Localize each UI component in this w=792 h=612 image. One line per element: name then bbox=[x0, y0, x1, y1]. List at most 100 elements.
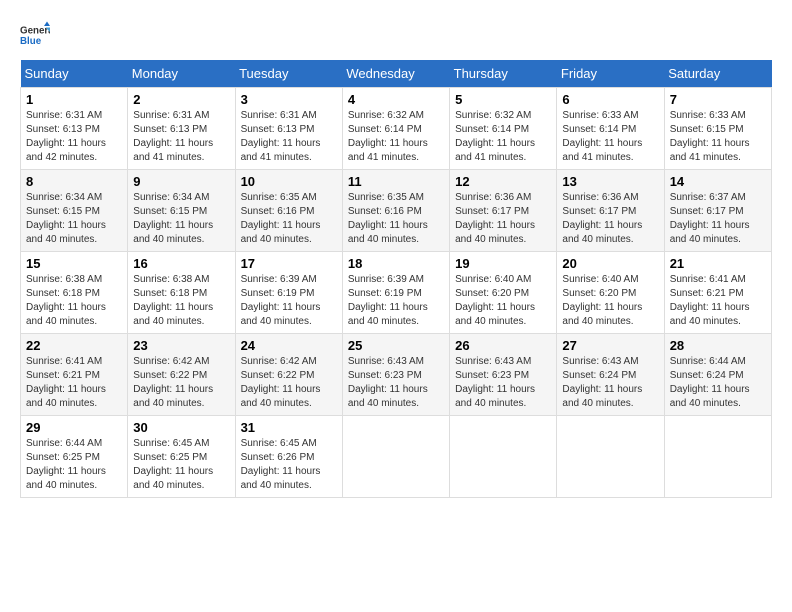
calendar-cell: 26 Sunrise: 6:43 AM Sunset: 6:23 PM Dayl… bbox=[450, 334, 557, 416]
day-info: Sunrise: 6:38 AM Sunset: 6:18 PM Dayligh… bbox=[26, 273, 122, 329]
header-cell-tuesday: Tuesday bbox=[235, 60, 342, 88]
calendar-cell: 5 Sunrise: 6:32 AM Sunset: 6:14 PM Dayli… bbox=[450, 88, 557, 170]
day-number: 22 bbox=[26, 338, 122, 353]
calendar-cell: 24 Sunrise: 6:42 AM Sunset: 6:22 PM Dayl… bbox=[235, 334, 342, 416]
day-info: Sunrise: 6:33 AM Sunset: 6:14 PM Dayligh… bbox=[562, 109, 658, 165]
day-number: 27 bbox=[562, 338, 658, 353]
day-number: 31 bbox=[241, 420, 337, 435]
calendar-cell bbox=[342, 416, 449, 498]
calendar-cell: 10 Sunrise: 6:35 AM Sunset: 6:16 PM Dayl… bbox=[235, 170, 342, 252]
day-info: Sunrise: 6:37 AM Sunset: 6:17 PM Dayligh… bbox=[670, 191, 766, 247]
day-info: Sunrise: 6:35 AM Sunset: 6:16 PM Dayligh… bbox=[348, 191, 444, 247]
calendar-cell: 12 Sunrise: 6:36 AM Sunset: 6:17 PM Dayl… bbox=[450, 170, 557, 252]
calendar-cell: 3 Sunrise: 6:31 AM Sunset: 6:13 PM Dayli… bbox=[235, 88, 342, 170]
day-info: Sunrise: 6:41 AM Sunset: 6:21 PM Dayligh… bbox=[26, 355, 122, 411]
day-info: Sunrise: 6:31 AM Sunset: 6:13 PM Dayligh… bbox=[26, 109, 122, 165]
day-info: Sunrise: 6:31 AM Sunset: 6:13 PM Dayligh… bbox=[133, 109, 229, 165]
calendar-cell bbox=[664, 416, 771, 498]
day-number: 28 bbox=[670, 338, 766, 353]
day-info: Sunrise: 6:38 AM Sunset: 6:18 PM Dayligh… bbox=[133, 273, 229, 329]
day-info: Sunrise: 6:45 AM Sunset: 6:26 PM Dayligh… bbox=[241, 437, 337, 493]
day-number: 14 bbox=[670, 174, 766, 189]
header-cell-sunday: Sunday bbox=[21, 60, 128, 88]
calendar-cell: 19 Sunrise: 6:40 AM Sunset: 6:20 PM Dayl… bbox=[450, 252, 557, 334]
day-number: 12 bbox=[455, 174, 551, 189]
day-number: 17 bbox=[241, 256, 337, 271]
svg-text:Blue: Blue bbox=[20, 36, 42, 47]
day-info: Sunrise: 6:43 AM Sunset: 6:23 PM Dayligh… bbox=[455, 355, 551, 411]
day-info: Sunrise: 6:33 AM Sunset: 6:15 PM Dayligh… bbox=[670, 109, 766, 165]
day-info: Sunrise: 6:32 AM Sunset: 6:14 PM Dayligh… bbox=[455, 109, 551, 165]
calendar-cell: 6 Sunrise: 6:33 AM Sunset: 6:14 PM Dayli… bbox=[557, 88, 664, 170]
calendar-cell: 29 Sunrise: 6:44 AM Sunset: 6:25 PM Dayl… bbox=[21, 416, 128, 498]
day-number: 1 bbox=[26, 92, 122, 107]
calendar-cell: 20 Sunrise: 6:40 AM Sunset: 6:20 PM Dayl… bbox=[557, 252, 664, 334]
day-info: Sunrise: 6:43 AM Sunset: 6:23 PM Dayligh… bbox=[348, 355, 444, 411]
logo-icon: General Blue bbox=[20, 20, 50, 50]
day-number: 8 bbox=[26, 174, 122, 189]
calendar-week-1: 1 Sunrise: 6:31 AM Sunset: 6:13 PM Dayli… bbox=[21, 88, 772, 170]
day-info: Sunrise: 6:31 AM Sunset: 6:13 PM Dayligh… bbox=[241, 109, 337, 165]
header-cell-thursday: Thursday bbox=[450, 60, 557, 88]
day-number: 23 bbox=[133, 338, 229, 353]
day-info: Sunrise: 6:40 AM Sunset: 6:20 PM Dayligh… bbox=[455, 273, 551, 329]
day-number: 9 bbox=[133, 174, 229, 189]
day-number: 18 bbox=[348, 256, 444, 271]
calendar-week-3: 15 Sunrise: 6:38 AM Sunset: 6:18 PM Dayl… bbox=[21, 252, 772, 334]
calendar-week-5: 29 Sunrise: 6:44 AM Sunset: 6:25 PM Dayl… bbox=[21, 416, 772, 498]
calendar-cell: 4 Sunrise: 6:32 AM Sunset: 6:14 PM Dayli… bbox=[342, 88, 449, 170]
day-number: 10 bbox=[241, 174, 337, 189]
logo: General Blue bbox=[20, 20, 54, 50]
calendar-week-4: 22 Sunrise: 6:41 AM Sunset: 6:21 PM Dayl… bbox=[21, 334, 772, 416]
day-number: 29 bbox=[26, 420, 122, 435]
calendar-cell: 7 Sunrise: 6:33 AM Sunset: 6:15 PM Dayli… bbox=[664, 88, 771, 170]
day-info: Sunrise: 6:44 AM Sunset: 6:25 PM Dayligh… bbox=[26, 437, 122, 493]
day-info: Sunrise: 6:34 AM Sunset: 6:15 PM Dayligh… bbox=[133, 191, 229, 247]
svg-text:General: General bbox=[20, 26, 50, 37]
calendar-cell: 17 Sunrise: 6:39 AM Sunset: 6:19 PM Dayl… bbox=[235, 252, 342, 334]
day-info: Sunrise: 6:39 AM Sunset: 6:19 PM Dayligh… bbox=[348, 273, 444, 329]
calendar-cell: 15 Sunrise: 6:38 AM Sunset: 6:18 PM Dayl… bbox=[21, 252, 128, 334]
day-info: Sunrise: 6:43 AM Sunset: 6:24 PM Dayligh… bbox=[562, 355, 658, 411]
header-cell-monday: Monday bbox=[128, 60, 235, 88]
day-info: Sunrise: 6:40 AM Sunset: 6:20 PM Dayligh… bbox=[562, 273, 658, 329]
calendar-cell: 2 Sunrise: 6:31 AM Sunset: 6:13 PM Dayli… bbox=[128, 88, 235, 170]
day-number: 4 bbox=[348, 92, 444, 107]
day-number: 6 bbox=[562, 92, 658, 107]
header-cell-friday: Friday bbox=[557, 60, 664, 88]
day-number: 7 bbox=[670, 92, 766, 107]
calendar-cell: 13 Sunrise: 6:36 AM Sunset: 6:17 PM Dayl… bbox=[557, 170, 664, 252]
calendar-cell: 28 Sunrise: 6:44 AM Sunset: 6:24 PM Dayl… bbox=[664, 334, 771, 416]
day-number: 30 bbox=[133, 420, 229, 435]
calendar-cell: 8 Sunrise: 6:34 AM Sunset: 6:15 PM Dayli… bbox=[21, 170, 128, 252]
calendar-cell: 25 Sunrise: 6:43 AM Sunset: 6:23 PM Dayl… bbox=[342, 334, 449, 416]
header-cell-wednesday: Wednesday bbox=[342, 60, 449, 88]
calendar-cell: 22 Sunrise: 6:41 AM Sunset: 6:21 PM Dayl… bbox=[21, 334, 128, 416]
day-number: 26 bbox=[455, 338, 551, 353]
day-info: Sunrise: 6:35 AM Sunset: 6:16 PM Dayligh… bbox=[241, 191, 337, 247]
day-info: Sunrise: 6:44 AM Sunset: 6:24 PM Dayligh… bbox=[670, 355, 766, 411]
day-number: 20 bbox=[562, 256, 658, 271]
day-number: 19 bbox=[455, 256, 551, 271]
calendar-cell: 14 Sunrise: 6:37 AM Sunset: 6:17 PM Dayl… bbox=[664, 170, 771, 252]
calendar-week-2: 8 Sunrise: 6:34 AM Sunset: 6:15 PM Dayli… bbox=[21, 170, 772, 252]
day-number: 11 bbox=[348, 174, 444, 189]
page-header: General Blue bbox=[20, 20, 772, 50]
calendar-table: SundayMondayTuesdayWednesdayThursdayFrid… bbox=[20, 60, 772, 498]
calendar-cell: 1 Sunrise: 6:31 AM Sunset: 6:13 PM Dayli… bbox=[21, 88, 128, 170]
calendar-cell: 9 Sunrise: 6:34 AM Sunset: 6:15 PM Dayli… bbox=[128, 170, 235, 252]
calendar-cell: 18 Sunrise: 6:39 AM Sunset: 6:19 PM Dayl… bbox=[342, 252, 449, 334]
day-number: 3 bbox=[241, 92, 337, 107]
calendar-cell: 16 Sunrise: 6:38 AM Sunset: 6:18 PM Dayl… bbox=[128, 252, 235, 334]
calendar-cell: 21 Sunrise: 6:41 AM Sunset: 6:21 PM Dayl… bbox=[664, 252, 771, 334]
day-number: 21 bbox=[670, 256, 766, 271]
day-number: 13 bbox=[562, 174, 658, 189]
calendar-cell: 30 Sunrise: 6:45 AM Sunset: 6:25 PM Dayl… bbox=[128, 416, 235, 498]
day-info: Sunrise: 6:42 AM Sunset: 6:22 PM Dayligh… bbox=[241, 355, 337, 411]
day-info: Sunrise: 6:32 AM Sunset: 6:14 PM Dayligh… bbox=[348, 109, 444, 165]
day-number: 15 bbox=[26, 256, 122, 271]
day-info: Sunrise: 6:39 AM Sunset: 6:19 PM Dayligh… bbox=[241, 273, 337, 329]
calendar-cell: 27 Sunrise: 6:43 AM Sunset: 6:24 PM Dayl… bbox=[557, 334, 664, 416]
day-info: Sunrise: 6:42 AM Sunset: 6:22 PM Dayligh… bbox=[133, 355, 229, 411]
calendar-cell: 31 Sunrise: 6:45 AM Sunset: 6:26 PM Dayl… bbox=[235, 416, 342, 498]
